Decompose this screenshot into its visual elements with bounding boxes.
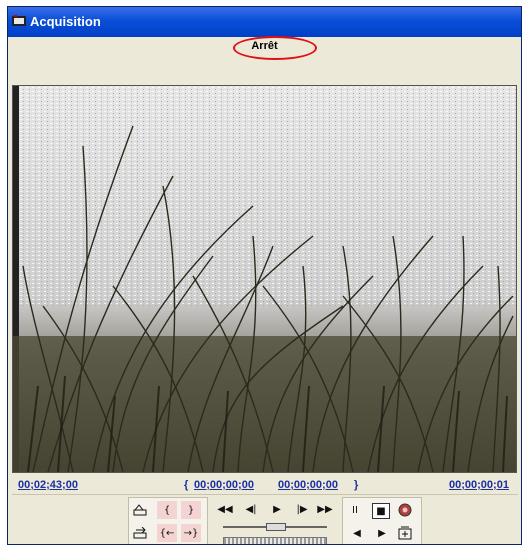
shuttle-slider[interactable] — [223, 523, 327, 531]
window-title: Acquisition — [30, 14, 101, 29]
shuttle-knob[interactable] — [266, 523, 286, 531]
scene-detect-icon — [398, 526, 412, 540]
duration-timecode[interactable]: 00;00;00;01 — [449, 479, 509, 491]
set-in-icon — [133, 504, 147, 516]
acquisition-window: Acquisition Arrêt 00;02;43;00 {00;00;00… — [7, 6, 522, 545]
set-out-button[interactable] — [131, 524, 151, 542]
capture-preview — [12, 85, 517, 473]
capture-controls: II ■ ◀ ▶ — [342, 497, 422, 544]
in-brace: { — [184, 479, 189, 491]
out-brace: } — [354, 479, 359, 491]
rewind-button[interactable]: ◀◀ — [215, 500, 235, 518]
in-out-controls: { } {← →} — [128, 497, 208, 544]
preview-image — [13, 86, 516, 472]
step-forward-button[interactable]: |▶ — [292, 500, 312, 518]
title-bar[interactable]: Acquisition — [8, 7, 521, 37]
scene-detect-button[interactable] — [395, 524, 415, 542]
set-out-icon — [133, 527, 147, 539]
goto-out-button[interactable]: →} — [181, 524, 201, 542]
next-scene-button[interactable]: ▶ — [372, 524, 392, 542]
fast-forward-button[interactable]: ▶▶ — [315, 500, 335, 518]
record-icon — [398, 503, 412, 517]
separator — [12, 494, 518, 495]
mark-out-button[interactable]: } — [181, 501, 201, 519]
stop-button[interactable]: ■ — [372, 503, 390, 519]
jog-wheel[interactable] — [223, 537, 327, 544]
app-icon — [12, 15, 26, 26]
record-button[interactable] — [395, 501, 415, 519]
goto-in-button[interactable]: {← — [157, 524, 177, 542]
current-timecode[interactable]: 00;02;43;00 — [18, 479, 78, 491]
status-label: Arrêt — [251, 40, 278, 52]
out-point-timecode[interactable]: 00;00;00;00 — [278, 479, 338, 491]
in-point-timecode[interactable]: 00;00;00;00 — [194, 479, 254, 491]
set-in-button[interactable] — [131, 501, 151, 519]
play-button[interactable]: ▶ — [267, 500, 287, 518]
previous-scene-button[interactable]: ◀ — [347, 524, 367, 542]
pause-button[interactable]: II — [345, 501, 365, 519]
step-back-button[interactable]: ◀| — [241, 500, 261, 518]
mark-in-button[interactable]: { — [157, 501, 177, 519]
